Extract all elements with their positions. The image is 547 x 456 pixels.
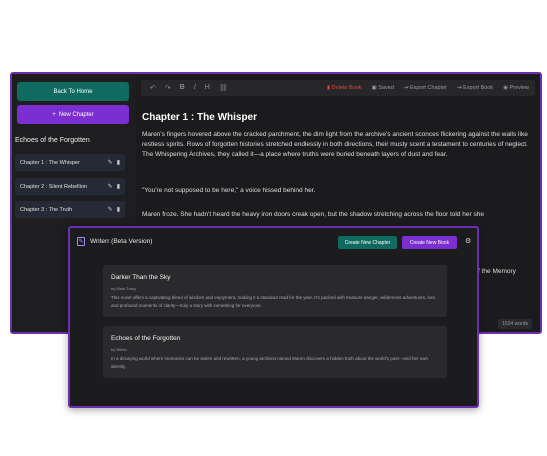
edit-icon[interactable]: ✎ <box>108 183 113 190</box>
back-to-home-button[interactable]: Back To Home <box>17 82 129 101</box>
trash-icon[interactable]: ▮ <box>117 183 120 190</box>
saved-status: ▣ Saved <box>371 85 394 91</box>
feather-logo-icon: ✎ <box>77 237 85 246</box>
delete-book-label: Delete Book <box>331 85 362 91</box>
preview-label: Preview <box>509 85 529 91</box>
preview-button[interactable]: ◉ Preview <box>503 85 529 91</box>
editor-toolbar: ↶ ↷ B I H ⛓ ▮ Delete Book ▣ Saved ⇥ Expo… <box>141 80 535 96</box>
create-new-chapter-button[interactable]: Create New Chapter <box>338 236 397 249</box>
chapter-item-1[interactable]: Chapter 1 : The Whisper ✎ ▮ <box>15 154 125 171</box>
chapter-heading: Chapter 1 : The Whisper <box>142 112 258 123</box>
export-chapter-button[interactable]: ⇥ Export Chapter <box>404 85 447 91</box>
book-card[interactable]: Darker Than the Sky by Mark Tracy This n… <box>103 265 447 317</box>
book-card-title: Echoes of the Forgotten <box>111 335 181 342</box>
link-icon[interactable]: ⛓ <box>219 84 228 92</box>
delete-book-button[interactable]: ▮ Delete Book <box>327 85 362 91</box>
edit-icon[interactable]: ✎ <box>108 159 113 166</box>
trash-icon[interactable]: ▮ <box>117 206 120 213</box>
book-title: Echoes of the Forgotten <box>15 137 90 144</box>
plus-icon: + <box>52 111 56 118</box>
create-new-book-button[interactable]: Create New Book <box>402 236 457 249</box>
chapter-paragraph: Maren froze. She hadn't heard the heavy … <box>142 211 484 218</box>
new-chapter-button[interactable]: + New Chapter <box>17 105 129 124</box>
book-card-author: by Writer <box>111 347 127 352</box>
heading-button[interactable]: H <box>205 84 210 92</box>
undo-icon[interactable]: ↶ <box>150 84 156 92</box>
chapter-item-2[interactable]: Chapter 2 : Silent Rebellion ✎ ▮ <box>15 178 125 195</box>
redo-icon[interactable]: ↷ <box>165 84 171 92</box>
export-chapter-label: Export Chapter <box>410 85 447 91</box>
italic-button[interactable]: I <box>194 84 196 92</box>
app-title: Writerr (Beta Version) <box>90 238 153 245</box>
chapter-item-3[interactable]: Chapter 3 : The Truth ✎ ▮ <box>15 201 125 218</box>
new-chapter-label: New Chapter <box>58 111 94 118</box>
chapter-item-label: Chapter 1 : The Whisper <box>20 159 80 166</box>
library-window: ✎ Writerr (Beta Version) Create New Chap… <box>68 226 479 408</box>
chapter-paragraph-fragment: f the Memory <box>478 268 516 275</box>
book-card-description: In a decaying world where memories can b… <box>111 356 429 369</box>
bold-button[interactable]: B <box>180 84 185 92</box>
book-card-title: Darker Than the Sky <box>111 274 171 281</box>
saved-label: Saved <box>378 85 394 91</box>
edit-icon[interactable]: ✎ <box>108 206 113 213</box>
book-card[interactable]: Echoes of the Forgotten by Writer In a d… <box>103 326 447 378</box>
book-card-description: This novel offers a captivating blend of… <box>111 295 437 308</box>
chapter-item-label: Chapter 2 : Silent Rebellion <box>20 183 87 190</box>
gear-icon[interactable]: ⚙ <box>465 237 471 245</box>
trash-icon[interactable]: ▮ <box>117 159 120 166</box>
chapter-paragraph: Maren's fingers hovered above the cracke… <box>142 131 528 158</box>
word-count: 1524 words <box>498 319 532 329</box>
export-book-button[interactable]: ⇥ Export Book <box>457 85 493 91</box>
chapter-paragraph: "You're not supposed to be here," a voic… <box>142 187 316 194</box>
chapter-item-label: Chapter 3 : The Truth <box>20 206 73 213</box>
book-card-author: by Mark Tracy <box>111 286 137 291</box>
export-book-label: Export Book <box>463 85 494 91</box>
